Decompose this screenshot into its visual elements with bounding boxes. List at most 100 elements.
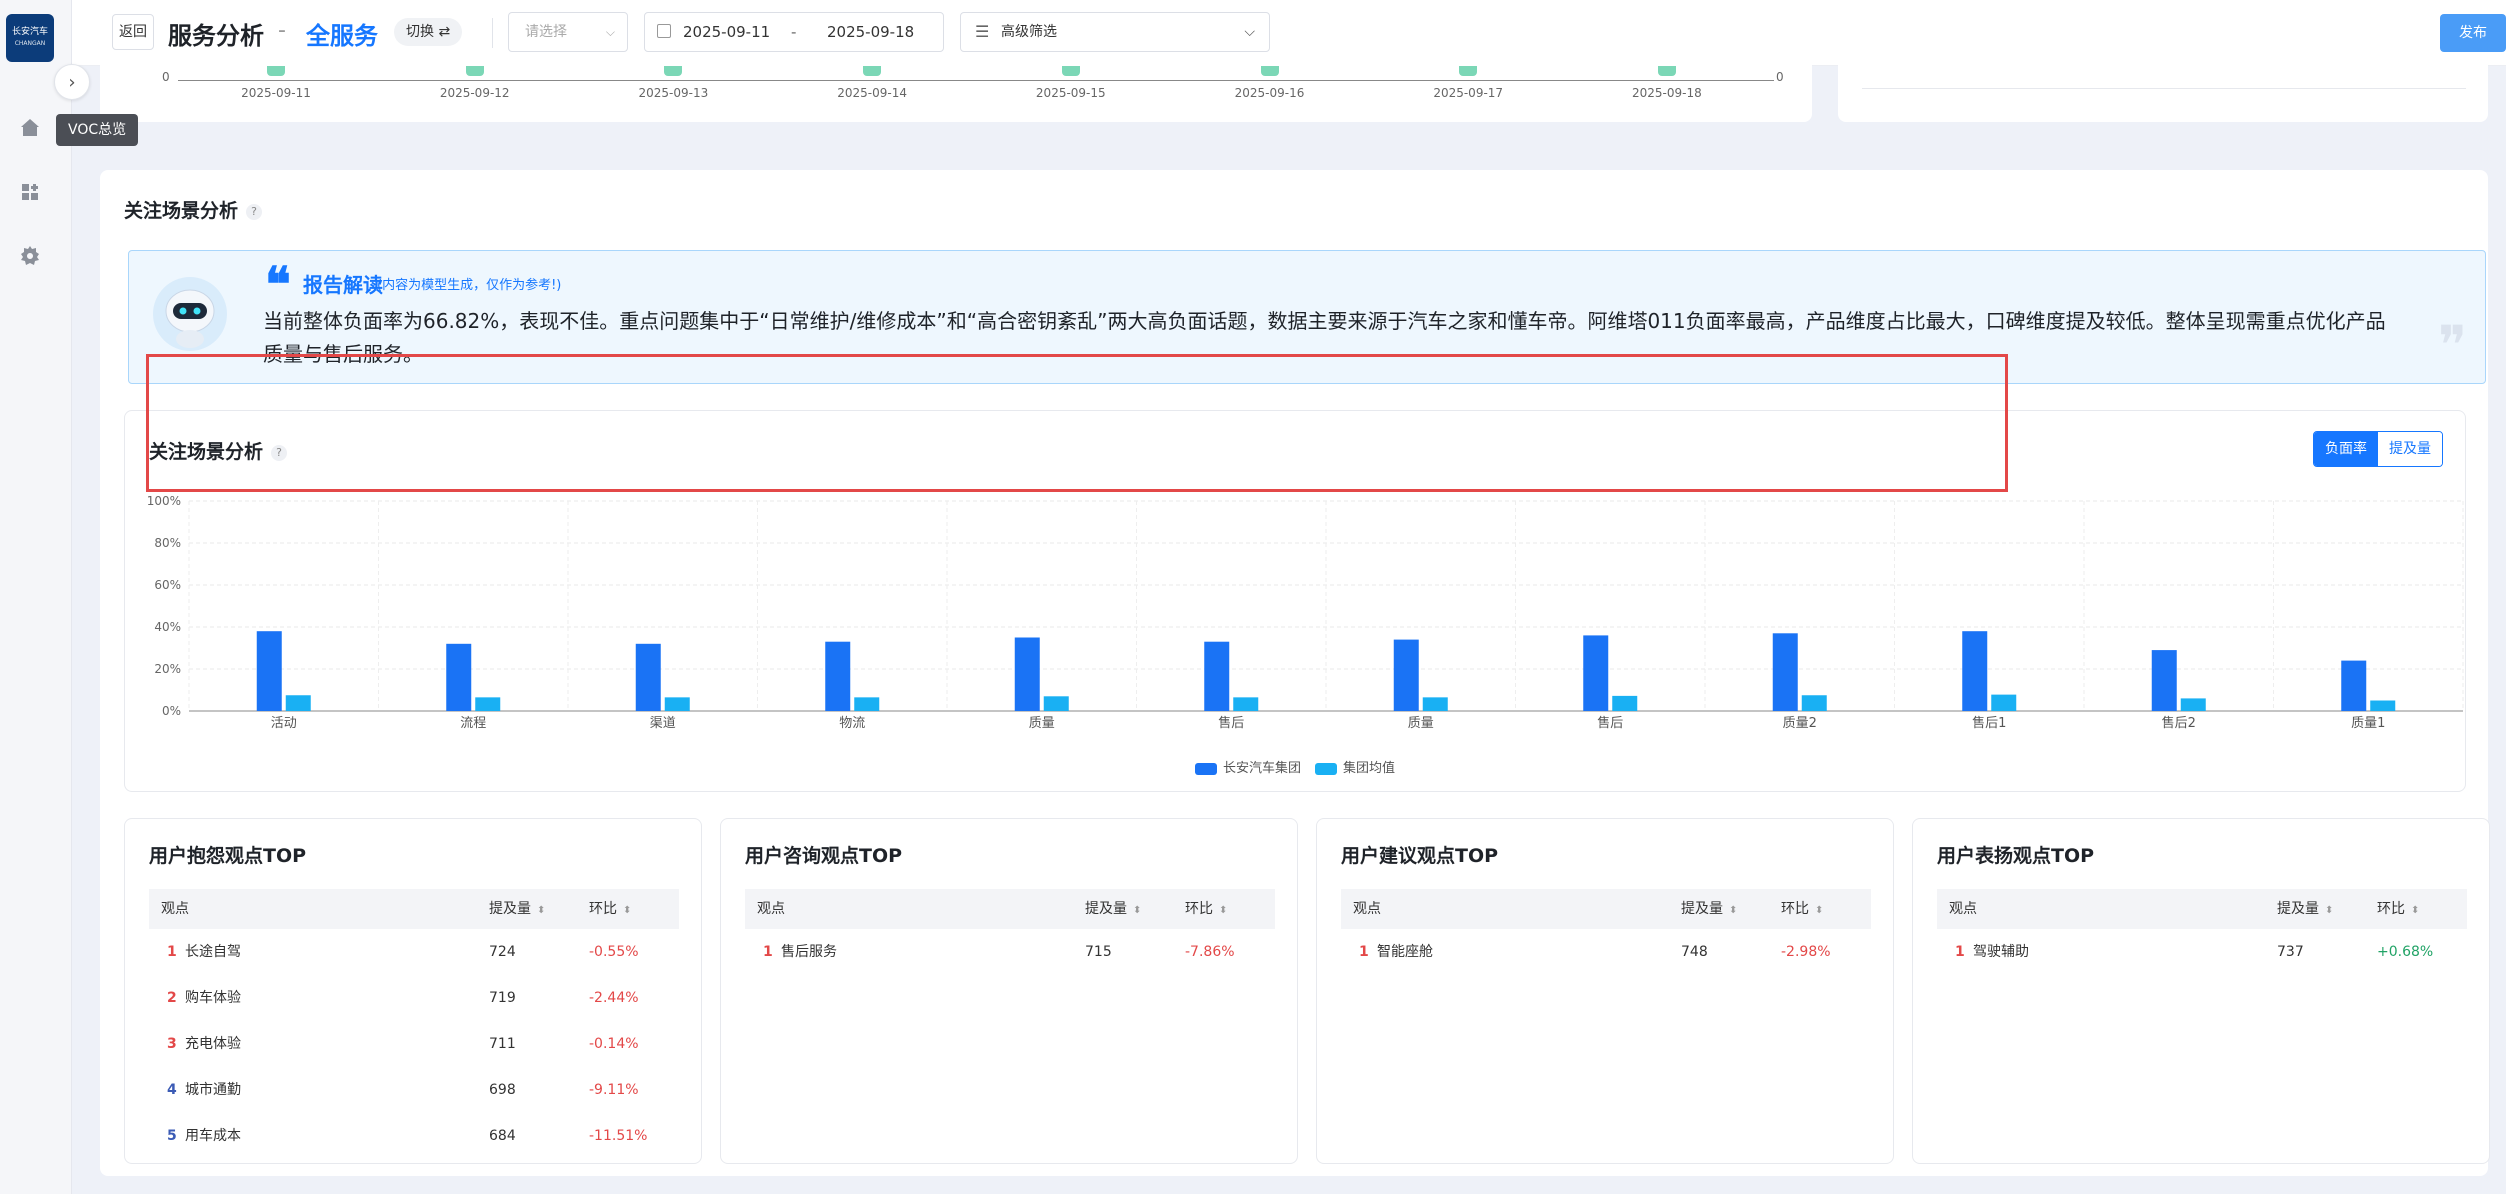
sort-icon[interactable]: ⬍ [1133,905,1141,916]
x-tick-label: 流程 [460,716,486,731]
brand-logo[interactable]: 长安汽车 CHANGAN [6,14,54,62]
col-header-count[interactable]: 提及量 ⬍ [1085,889,1185,929]
bar-average [1801,695,1827,711]
col-header-count[interactable]: 提及量 ⬍ [1681,889,1781,929]
col-header-viewpoint: 观点 [1949,901,1977,917]
help-icon[interactable]: ? [271,444,288,461]
bar-average [285,695,311,711]
table-row[interactable]: 3 充电体验 711 -0.14% [149,1021,679,1067]
ratio-cell: -2.98% [1781,944,1831,960]
col-header-viewpoint: 观点 [161,901,189,917]
legend-item-series-1[interactable]: 长安汽车集团 [1194,757,1301,776]
rank-number: 1 [1359,944,1369,960]
bar-chart: 0% 20% 40% 60% 80% 100% 活动 流程 渠道 物流 质量 售后 质量 售后 质量2 售后1… [147,494,2464,731]
y-tick-label: 100% [147,494,181,508]
table-row[interactable]: 1 驾驶辅助 737 +0.68% [1937,929,2467,975]
x-tick-label: 渠道 [650,716,676,731]
date-range-picker[interactable]: 2025-09-11 - 2025-09-18 [644,12,944,52]
col-header-label: 提及量 [489,901,531,917]
switch-button[interactable]: 切换 ⇄ [394,18,463,46]
viewpoint-label[interactable]: 驾驶辅助 [1973,944,2029,960]
legend-swatch [1315,762,1337,775]
trend-marker [1061,66,1080,76]
date-separator: - [791,23,797,41]
col-header-viewpoint: 观点 [757,901,785,917]
viewpoint-label[interactable]: 智能座舱 [1377,944,1433,960]
date-start[interactable]: 2025-09-11 [683,23,770,41]
viewpoint-cell: 1 售后服务 [745,929,1085,975]
rank-number: 1 [763,944,773,960]
top-table: 观点 提及量 ⬍ 环比 ⬍ 1 长途自驾 724 -0.55% 2 购车体验 719 -2.44% 3 充电… [149,889,679,1159]
count-cell: 737 [2277,944,2304,960]
table-row[interactable]: 5 用车成本 684 -11.51% [149,1113,679,1159]
toggle-negative-rate[interactable]: 负面率 [2314,432,2378,466]
apps-icon[interactable] [8,170,52,214]
col-header-ratio[interactable]: 环比 ⬍ [1185,889,1275,929]
col-header-count[interactable]: 提及量 ⬍ [2277,889,2377,929]
trend-date-tick: 2025-09-16 [1234,86,1305,100]
scope-select[interactable]: 请选择 ⌵ [508,12,628,52]
sort-icon[interactable]: ⬍ [1219,905,1227,916]
chevron-down-icon: ⌵ [605,25,615,39]
sort-icon[interactable]: ⬍ [2325,905,2333,916]
home-icon[interactable] [8,106,52,150]
count-cell: 724 [489,944,516,960]
viewpoint-cell: 1 驾驶辅助 [1937,929,2277,975]
table-header: 观点 提及量 ⬍ 环比 ⬍ [1937,889,2467,929]
trend-date-tick: 2025-09-15 [1035,86,1106,100]
x-tick-label: 售后2 [2162,715,2196,731]
bar-group [1772,633,1798,711]
bar-group [635,643,661,711]
trend-date-tick: 2025-09-17 [1433,86,1504,100]
col-header-ratio[interactable]: 环比 ⬍ [2377,889,2467,929]
back-button[interactable]: 返回 [112,14,154,50]
bar-average [2370,700,2396,711]
sidebar-collapse-button[interactable]: › [54,64,90,100]
legend-item-series-2[interactable]: 集团均值 [1315,757,1395,776]
trend-axis-zero-right: 0 [1776,70,1784,84]
sort-icon[interactable]: ⬍ [623,905,631,916]
col-header-count[interactable]: 提及量 ⬍ [489,889,589,929]
date-end[interactable]: 2025-09-18 [827,23,914,41]
gear-icon[interactable] [8,234,52,278]
publish-button[interactable]: 发布 [2440,14,2506,52]
sort-icon[interactable]: ⬍ [2411,905,2419,916]
bar-average [475,697,501,711]
sort-icon[interactable]: ⬍ [1815,905,1823,916]
viewpoint-label[interactable]: 售后服务 [781,944,837,960]
viewpoint-label[interactable]: 充电体验 [185,1036,241,1052]
advanced-filter-select[interactable]: ☰ 高级筛选 ⌵ [960,12,1270,52]
count-cell: 698 [489,1082,516,1098]
viewpoint-label[interactable]: 购车体验 [185,990,241,1006]
viewpoint-cell: 2 购车体验 [149,975,489,1021]
y-tick-label: 40% [154,620,181,634]
table-row[interactable]: 1 智能座舱 748 -2.98% [1341,929,1871,975]
metric-toggle: 负面率 提及量 [2313,431,2443,467]
table-row[interactable]: 1 售后服务 715 -7.86% [745,929,1275,975]
viewpoint-label[interactable]: 用车成本 [185,1128,241,1144]
count-cell: 711 [489,1036,516,1052]
sort-icon[interactable]: ⬍ [1729,905,1737,916]
scene-analysis-section: 关注场景分析? ❝ 报告解读 (内容为模型生成，仅作为参考!) 当前整体负面率为… [100,170,2490,1176]
y-tick-label: 0% [162,704,181,718]
header-divider [492,18,493,48]
viewpoint-label[interactable]: 城市通勤 [185,1082,241,1098]
table-header: 观点 提及量 ⬍ 环比 ⬍ [745,889,1275,929]
bar-group [446,643,472,711]
table-row[interactable]: 4 城市通勤 698 -9.11% [149,1067,679,1113]
count-cell: 715 [1085,944,1112,960]
trend-date-tick: 2025-09-18 [1632,86,1702,100]
help-icon[interactable]: ? [246,203,263,220]
logo-text: 长安汽车 [11,27,48,37]
table-row[interactable]: 1 长途自驾 724 -0.55% [149,929,679,975]
col-header-ratio[interactable]: 环比 ⬍ [589,889,679,929]
chart-title-text: 关注场景分析 [149,441,264,463]
bar-average [854,697,880,711]
toggle-mention-count[interactable]: 提及量 [2378,432,2442,466]
viewpoint-label[interactable]: 长途自驾 [185,944,241,960]
trend-marker [267,66,285,76]
count-cell: 719 [489,990,516,1006]
table-row[interactable]: 2 购车体验 719 -2.44% [149,975,679,1021]
col-header-ratio[interactable]: 环比 ⬍ [1781,889,1871,929]
sort-icon[interactable]: ⬍ [537,905,545,916]
